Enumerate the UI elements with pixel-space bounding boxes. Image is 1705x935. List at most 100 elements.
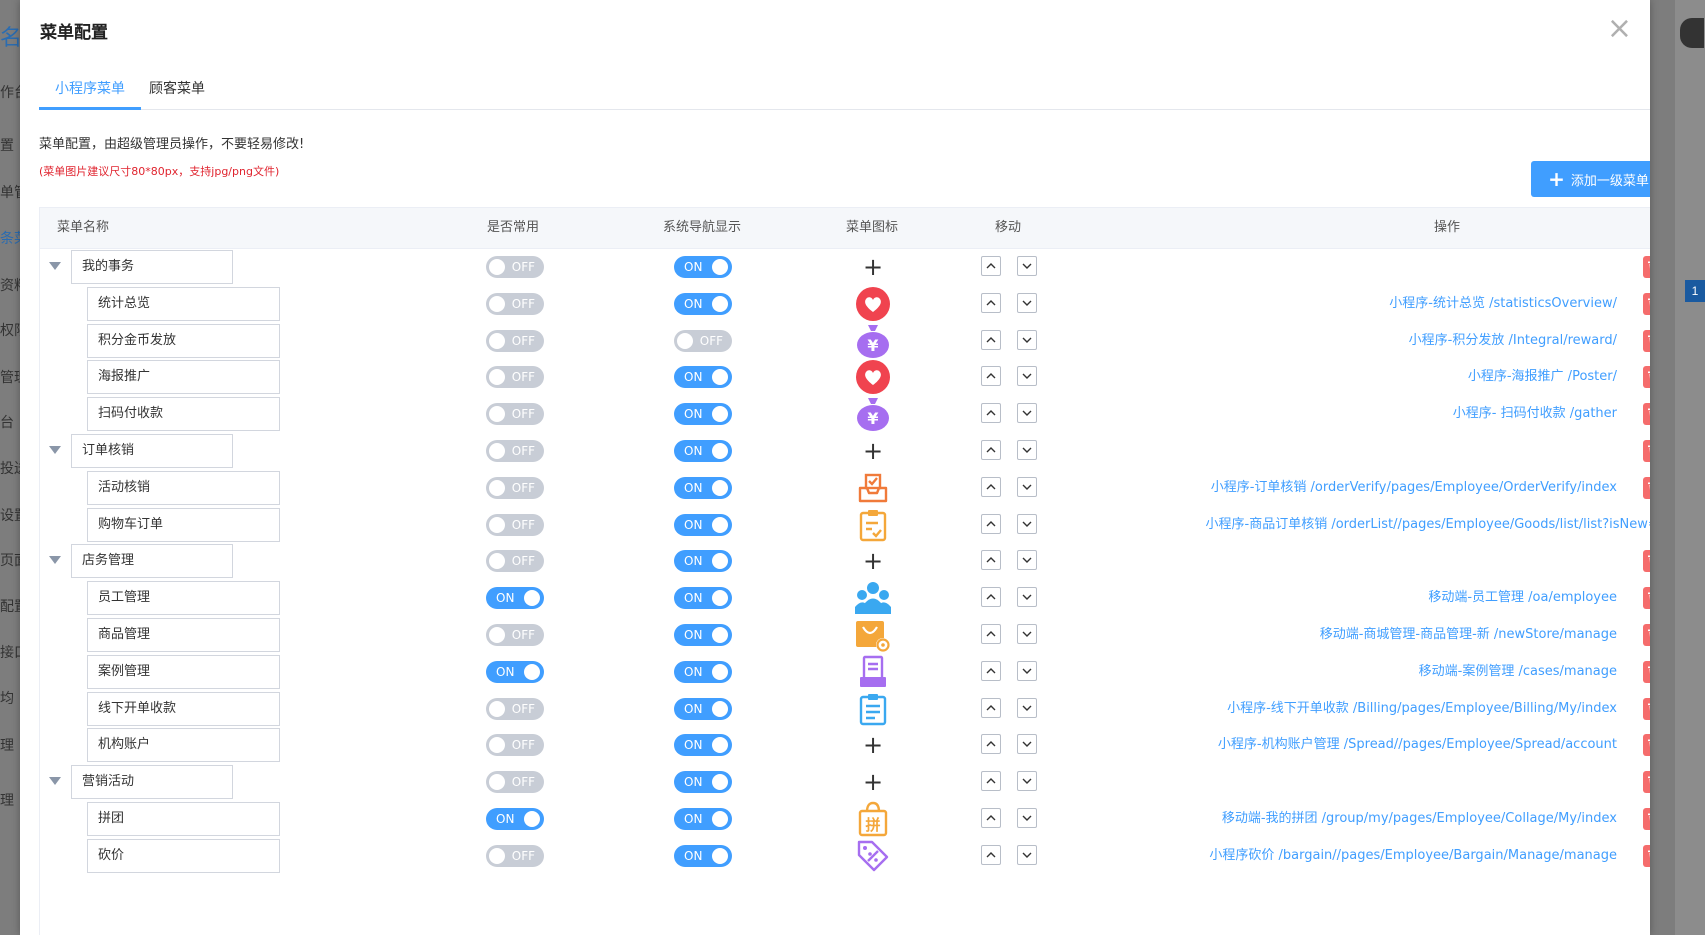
- move-up-button[interactable]: [981, 330, 1001, 350]
- menu-route-link[interactable]: 移动端-我的拼团 /group/my/pages/Employee/Collag…: [1222, 799, 1617, 839]
- move-down-button[interactable]: [1017, 698, 1037, 718]
- move-down-button[interactable]: [1017, 624, 1037, 644]
- menu-name-input[interactable]: 商品管理: [87, 618, 280, 652]
- move-up-button[interactable]: [981, 587, 1001, 607]
- document-stack-icon[interactable]: [853, 654, 893, 690]
- clipboard-list-icon[interactable]: [853, 691, 893, 727]
- move-down-button[interactable]: [1017, 330, 1037, 350]
- menu-name-input[interactable]: 统计总览: [87, 287, 280, 321]
- delete-icon[interactable]: [1643, 256, 1650, 278]
- tab-mini-program-menu[interactable]: 小程序菜单: [39, 70, 141, 110]
- menu-name-input[interactable]: 海报推广: [87, 360, 280, 394]
- money-bag-icon[interactable]: ¥: [853, 396, 893, 432]
- common-toggle[interactable]: OFF: [486, 330, 544, 352]
- common-toggle[interactable]: OFF: [486, 403, 544, 425]
- menu-name-input[interactable]: 线下开单收款: [87, 692, 280, 726]
- nav-display-toggle[interactable]: ON: [674, 256, 732, 278]
- move-down-button[interactable]: [1017, 661, 1037, 681]
- delete-icon[interactable]: [1643, 403, 1650, 425]
- delete-icon[interactable]: [1643, 440, 1650, 462]
- delete-icon[interactable]: [1643, 661, 1650, 683]
- menu-route-link[interactable]: 移动端-员工管理 /oa/employee: [1428, 578, 1617, 618]
- add-top-level-menu-button[interactable]: + 添加一级菜单: [1531, 161, 1650, 197]
- inbox-check-icon[interactable]: [853, 470, 893, 506]
- move-up-button[interactable]: [981, 366, 1001, 386]
- move-down-button[interactable]: [1017, 587, 1037, 607]
- common-toggle[interactable]: OFF: [486, 440, 544, 462]
- menu-route-link[interactable]: 小程序-订单核销 /orderVerify/pages/Employee/Ord…: [1211, 468, 1617, 508]
- menu-name-input[interactable]: 拼团: [87, 802, 280, 836]
- move-down-button[interactable]: [1017, 403, 1037, 423]
- heart-icon[interactable]: [853, 359, 893, 395]
- move-down-button[interactable]: [1017, 477, 1037, 497]
- nav-display-toggle[interactable]: ON: [674, 477, 732, 499]
- common-toggle[interactable]: ON: [486, 661, 544, 683]
- common-toggle[interactable]: ON: [486, 587, 544, 609]
- nav-display-toggle[interactable]: ON: [674, 550, 732, 572]
- menu-name-input[interactable]: 砍价: [87, 839, 280, 873]
- menu-name-input[interactable]: 活动核销: [87, 471, 280, 505]
- price-tag-icon[interactable]: [853, 838, 893, 874]
- menu-route-link[interactable]: 移动端-商城管理-商品管理-新 /newStore/manage: [1320, 615, 1617, 655]
- delete-icon[interactable]: [1643, 293, 1650, 315]
- delete-icon[interactable]: [1643, 771, 1650, 793]
- move-up-button[interactable]: [981, 845, 1001, 865]
- move-up-button[interactable]: [981, 771, 1001, 791]
- move-up-button[interactable]: [981, 550, 1001, 570]
- move-down-button[interactable]: [1017, 808, 1037, 828]
- shopping-bag-gear-icon[interactable]: [853, 617, 893, 653]
- menu-route-link[interactable]: 小程序砍价 /bargain//pages/Employee/Bargain/M…: [1209, 836, 1617, 876]
- move-up-button[interactable]: [981, 624, 1001, 644]
- menu-name-input[interactable]: 订单核销: [71, 434, 233, 468]
- delete-icon[interactable]: [1643, 624, 1650, 646]
- menu-name-input[interactable]: 店务管理: [71, 544, 233, 578]
- group-buy-bag-icon[interactable]: 拼: [853, 801, 893, 837]
- expand-caret-icon[interactable]: [49, 777, 61, 785]
- delete-icon[interactable]: [1643, 550, 1650, 572]
- expand-caret-icon[interactable]: [49, 262, 61, 270]
- menu-name-input[interactable]: 机构账户: [87, 728, 280, 762]
- common-toggle[interactable]: OFF: [486, 734, 544, 756]
- delete-icon[interactable]: [1643, 587, 1650, 609]
- money-bag-icon[interactable]: ¥: [853, 323, 893, 359]
- delete-icon[interactable]: [1643, 808, 1650, 830]
- common-toggle[interactable]: OFF: [486, 550, 544, 572]
- nav-display-toggle[interactable]: ON: [674, 771, 732, 793]
- nav-display-toggle[interactable]: ON: [674, 698, 732, 720]
- common-toggle[interactable]: OFF: [486, 624, 544, 646]
- common-toggle[interactable]: OFF: [486, 293, 544, 315]
- move-up-button[interactable]: [981, 477, 1001, 497]
- menu-route-link[interactable]: 小程序-统计总览 /statisticsOverview/: [1389, 284, 1617, 324]
- nav-display-toggle[interactable]: ON: [674, 514, 732, 536]
- menu-name-input[interactable]: 我的事务: [71, 250, 233, 284]
- menu-route-link[interactable]: 小程序-线下开单收款 /Billing/pages/Employee/Billi…: [1227, 689, 1617, 729]
- move-down-button[interactable]: [1017, 771, 1037, 791]
- nav-display-toggle[interactable]: ON: [674, 403, 732, 425]
- common-toggle[interactable]: OFF: [486, 477, 544, 499]
- move-down-button[interactable]: [1017, 256, 1037, 276]
- close-icon[interactable]: ×: [1607, 14, 1632, 44]
- menu-route-link[interactable]: 小程序-积分发放 /Integral/reward/: [1409, 321, 1617, 361]
- move-up-button[interactable]: [981, 514, 1001, 534]
- clipboard-check-icon[interactable]: [853, 507, 893, 543]
- menu-name-input[interactable]: 营销活动: [71, 765, 233, 799]
- plus-icon[interactable]: +: [853, 764, 893, 800]
- move-down-button[interactable]: [1017, 514, 1037, 534]
- delete-icon[interactable]: [1643, 845, 1650, 867]
- common-toggle[interactable]: OFF: [486, 698, 544, 720]
- menu-route-link[interactable]: 移动端-案例管理 /cases/manage: [1419, 652, 1617, 692]
- move-up-button[interactable]: [981, 734, 1001, 754]
- plus-icon[interactable]: +: [853, 433, 893, 469]
- move-up-button[interactable]: [981, 808, 1001, 828]
- nav-display-toggle[interactable]: ON: [674, 440, 732, 462]
- move-down-button[interactable]: [1017, 293, 1037, 313]
- menu-route-link[interactable]: 小程序-商品订单核销 /orderList//pages/Employee/Go…: [1206, 505, 1651, 545]
- move-up-button[interactable]: [981, 440, 1001, 460]
- move-up-button[interactable]: [981, 698, 1001, 718]
- tab-customer-menu[interactable]: 顾客菜单: [133, 70, 221, 107]
- move-up-button[interactable]: [981, 661, 1001, 681]
- plus-icon[interactable]: +: [853, 727, 893, 763]
- menu-route-link[interactable]: 小程序-机构账户管理 /Spread//pages/Employee/Sprea…: [1218, 725, 1617, 765]
- menu-route-link[interactable]: 小程序- 扫码付收款 /gather: [1453, 394, 1617, 434]
- common-toggle[interactable]: OFF: [486, 366, 544, 388]
